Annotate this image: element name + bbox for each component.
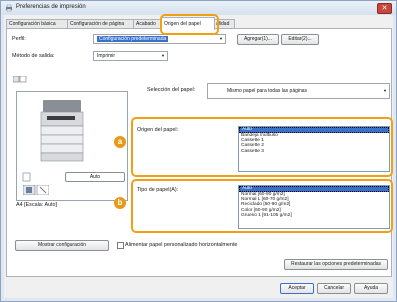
- restore-defaults-button[interactable]: Restaurar las opciones predeterminadas: [284, 259, 388, 270]
- printer-preview: Auto: [16, 91, 128, 201]
- profile-value: Configuración predeterminada: [97, 36, 169, 42]
- preferences-window: Preferencias de impresión ✕ Configuració…: [0, 0, 397, 302]
- add-profile-button[interactable]: Agregar(1)...: [237, 34, 279, 45]
- title-bar[interactable]: Preferencias de impresión ✕: [1, 1, 396, 15]
- chevron-down-icon: ▼: [161, 53, 165, 58]
- paper-type-option[interactable]: Grueso 1 [91-105 g/m2]: [239, 213, 389, 218]
- show-settings-button[interactable]: Mostrar configuración: [15, 240, 109, 251]
- paper-type-list[interactable]: Auto Normal [60-90 g/m2] Normal L [60-70…: [238, 185, 390, 229]
- paper-source-option[interactable]: Cassette 3: [239, 149, 389, 154]
- printer-icon: [6, 4, 12, 12]
- custom-paper-checkbox[interactable]: [117, 242, 124, 249]
- badge-b: b: [114, 197, 126, 209]
- tab-paper-source[interactable]: Origen del papel: [161, 17, 215, 30]
- printer-image: [40, 100, 84, 162]
- paper-icon: [22, 172, 31, 182]
- paper-source-label: Origen del papel:: [137, 127, 179, 133]
- profile-label: Perfil:: [12, 36, 26, 42]
- preview-caption: A4 [Escala: Auto]: [16, 202, 58, 208]
- paper-type-group: b Tipo de papel(A): Auto Normal [60-90 g…: [114, 179, 393, 233]
- preview-source-label: Auto: [65, 172, 125, 182]
- chevron-down-icon: ▼: [383, 88, 387, 93]
- paper-selection-value: Mismo papel para todas las páginas: [227, 88, 308, 94]
- profile-dropdown[interactable]: Configuración predeterminada ▼: [93, 34, 226, 44]
- paper-source-group: a Origen del papel: Auto Bandeja multius…: [114, 117, 393, 177]
- window-title: Preferencias de impresión: [16, 4, 86, 10]
- output-method-dropdown[interactable]: Imprimir ▼: [93, 51, 168, 61]
- custom-paper-label: Alimentar papel personalizado horizontal…: [125, 242, 238, 248]
- ok-button[interactable]: Aceptar: [280, 283, 314, 294]
- paper-selection-label: Selección del papel:: [147, 87, 196, 93]
- dialog-client: Configuración básica Configuración de pá…: [4, 14, 393, 298]
- paper-source-list[interactable]: Auto Bandeja multiuso Cassette 1 Cassett…: [238, 126, 390, 172]
- cancel-button[interactable]: Cancelar: [317, 283, 351, 294]
- badge-a: a: [114, 136, 126, 148]
- paper-type-label: Tipo de papel(A):: [137, 187, 179, 193]
- output-method-label: Método de salida:: [12, 53, 55, 59]
- view-mode-icon[interactable]: [13, 76, 27, 83]
- output-method-value: Imprimir: [97, 53, 116, 59]
- help-button[interactable]: Ayuda: [354, 283, 388, 294]
- chevron-down-icon: ▼: [219, 36, 223, 41]
- paper-selection-dropdown[interactable]: Mismo papel para todas las páginas ▼: [207, 83, 390, 99]
- close-button[interactable]: ✕: [377, 3, 392, 14]
- edit-profile-button[interactable]: Editar(2)...: [281, 34, 319, 45]
- paper-source-panel: Perfil: Configuración predeterminada ▼ A…: [6, 28, 393, 277]
- orientation-icons[interactable]: [23, 185, 49, 195]
